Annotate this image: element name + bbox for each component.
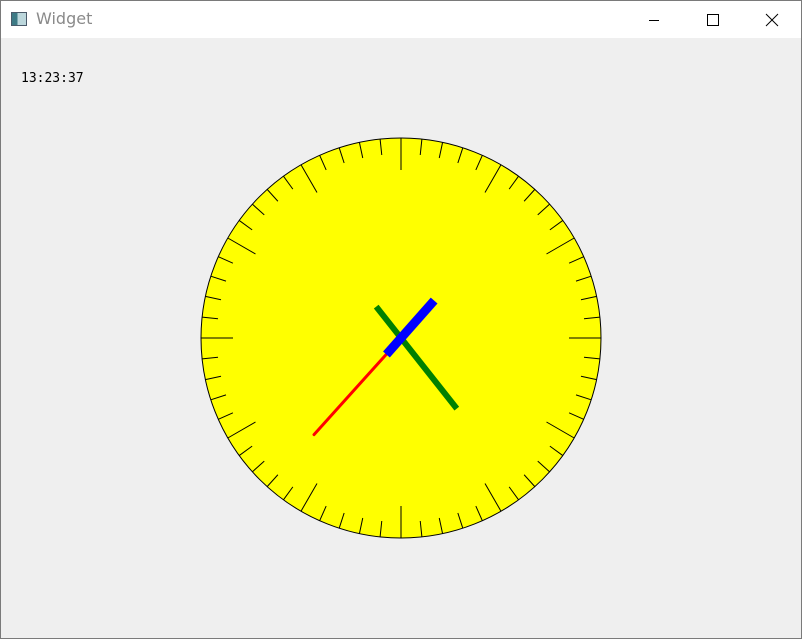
minimize-icon <box>649 19 659 21</box>
close-button[interactable] <box>749 1 795 38</box>
app-window-icon <box>11 12 27 26</box>
app-window: Widget 13:23:37 <box>0 0 802 639</box>
maximize-button[interactable] <box>690 1 736 38</box>
window-title: Widget <box>36 9 93 28</box>
maximize-icon <box>707 13 719 26</box>
minimize-button[interactable] <box>631 1 677 38</box>
close-icon <box>765 13 779 26</box>
analog-clock <box>200 137 602 539</box>
widget-client-area: 13:23:37 <box>1 38 801 638</box>
title-bar[interactable]: Widget <box>1 1 801 38</box>
